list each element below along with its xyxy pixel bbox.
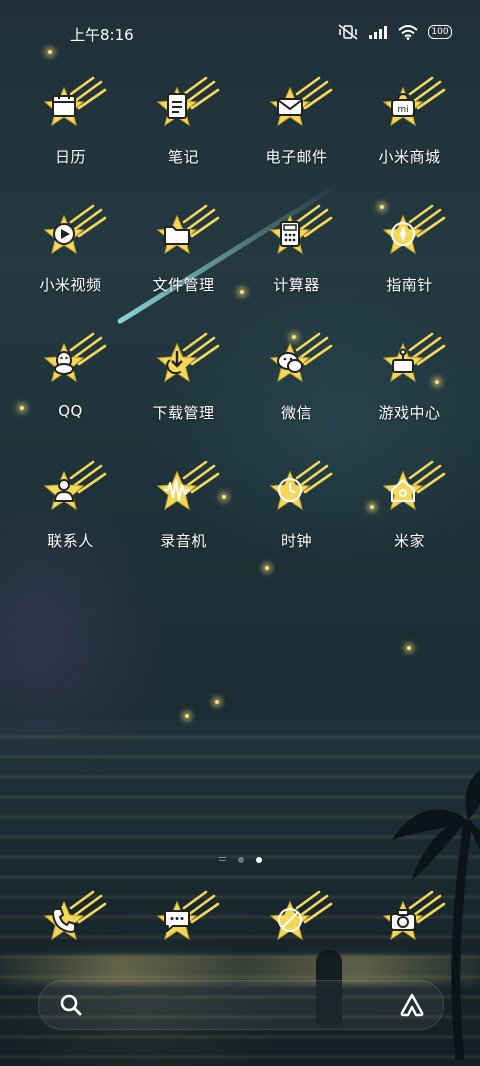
wallpaper-spark — [215, 700, 219, 704]
app-label: 联系人 — [47, 532, 94, 550]
app-icon[interactable] — [144, 452, 224, 522]
app-recorder[interactable]: 录音机 — [127, 450, 240, 578]
dock-app-icon[interactable] — [370, 882, 450, 952]
app-icon[interactable] — [31, 196, 111, 266]
search-bar[interactable] — [38, 980, 444, 1030]
app-mijia[interactable]: 米家 — [353, 450, 466, 578]
game-center-icon — [391, 348, 414, 373]
app-label: 录音机 — [160, 532, 207, 550]
dock — [14, 880, 466, 952]
app-icon[interactable] — [31, 452, 111, 522]
messages-icon — [163, 910, 190, 932]
app-clock[interactable]: 时钟 — [240, 450, 353, 578]
app-grid: 日历 笔记 电子邮件 mi 小米商城小米视频 文件管理 计算器 指南针 QQ 下载管理 微信 游戏中心… — [14, 66, 466, 578]
app-icon[interactable] — [370, 196, 450, 266]
battery-icon: 100 — [428, 25, 452, 39]
signal-icon — [369, 26, 387, 39]
qq-icon — [53, 351, 74, 375]
app-label: 电子邮件 — [265, 148, 328, 166]
app-calendar[interactable]: 日历 — [14, 66, 127, 194]
dock-browser[interactable] — [240, 880, 353, 952]
app-label: 计算器 — [273, 276, 320, 294]
app-label: 米家 — [393, 532, 425, 550]
app-email[interactable]: 电子邮件 — [240, 66, 353, 194]
app-label: 时钟 — [280, 532, 312, 550]
status-bar: 上午8:16 100 — [0, 0, 480, 64]
app-icon[interactable] — [144, 196, 224, 266]
app-icon[interactable] — [257, 324, 337, 394]
app-game-center[interactable]: 游戏中心 — [353, 322, 466, 450]
app-label: QQ — [58, 402, 83, 420]
dock-app-icon[interactable] — [144, 882, 224, 952]
app-compass[interactable]: 指南针 — [353, 194, 466, 322]
wechat-icon — [276, 352, 303, 373]
app-label: 微信 — [280, 404, 312, 422]
app-contacts[interactable]: 联系人 — [14, 450, 127, 578]
folder-icon — [163, 226, 190, 245]
app-label: 笔记 — [167, 148, 199, 166]
calculator-icon — [279, 221, 300, 247]
svg-text:mi: mi — [397, 105, 408, 115]
search-icon[interactable] — [59, 993, 83, 1017]
camera-icon — [389, 909, 416, 931]
app-icon[interactable] — [31, 68, 111, 138]
page-dot[interactable] — [237, 857, 244, 863]
app-folder[interactable]: 文件管理 — [127, 194, 240, 322]
app-icon[interactable] — [370, 324, 450, 394]
app-icon[interactable] — [144, 324, 224, 394]
app-qq[interactable]: QQ — [14, 322, 127, 450]
app-wechat[interactable]: 微信 — [240, 322, 353, 450]
app-label: 文件管理 — [152, 276, 215, 294]
video-icon — [52, 223, 75, 245]
page-dot-active[interactable] — [255, 857, 262, 863]
status-time: 上午8:16 — [70, 26, 134, 44]
app-calculator[interactable]: 计算器 — [240, 194, 353, 322]
email-icon — [276, 98, 303, 116]
app-download[interactable]: 下载管理 — [127, 322, 240, 450]
download-icon — [165, 351, 183, 375]
dock-phone[interactable] — [14, 880, 127, 952]
calendar-icon — [51, 93, 76, 117]
dock-app-icon[interactable] — [31, 882, 111, 952]
app-icon[interactable] — [31, 324, 111, 394]
recorder-icon — [163, 479, 190, 501]
contacts-icon — [53, 479, 74, 502]
mijia-icon — [390, 479, 415, 502]
compass-icon — [390, 222, 415, 246]
wallpaper-spark — [407, 646, 411, 650]
app-mi-store[interactable]: mi 小米商城 — [353, 66, 466, 194]
app-icon[interactable] — [257, 452, 337, 522]
app-icon[interactable]: mi — [370, 68, 450, 138]
app-video[interactable]: 小米视频 — [14, 194, 127, 322]
app-icon[interactable] — [370, 452, 450, 522]
browser-icon — [277, 908, 302, 932]
mi-store-icon: mi — [390, 92, 415, 117]
app-icon[interactable] — [144, 68, 224, 138]
status-icons: 100 — [338, 24, 452, 40]
page-indicator — [0, 857, 480, 863]
app-icon[interactable] — [257, 196, 337, 266]
page-indicator-feed[interactable] — [218, 857, 226, 863]
wallpaper-spark — [185, 714, 189, 718]
dock-messages[interactable] — [127, 880, 240, 952]
dock-app-icon[interactable] — [257, 882, 337, 952]
app-label: 下载管理 — [152, 404, 215, 422]
clock-icon — [277, 478, 302, 502]
notes-icon — [166, 93, 187, 119]
app-label: 游戏中心 — [378, 404, 441, 422]
dock-camera[interactable] — [353, 880, 466, 952]
app-label: 指南针 — [386, 276, 433, 294]
app-notes[interactable]: 笔记 — [127, 66, 240, 194]
app-label: 小米视频 — [39, 276, 102, 294]
wifi-icon — [398, 24, 418, 40]
phone-icon — [51, 908, 76, 933]
assistant-icon[interactable] — [399, 993, 425, 1017]
app-icon[interactable] — [257, 68, 337, 138]
app-label: 小米商城 — [378, 148, 441, 166]
app-label: 日历 — [54, 148, 86, 166]
mute-vibrate-icon — [338, 24, 358, 40]
